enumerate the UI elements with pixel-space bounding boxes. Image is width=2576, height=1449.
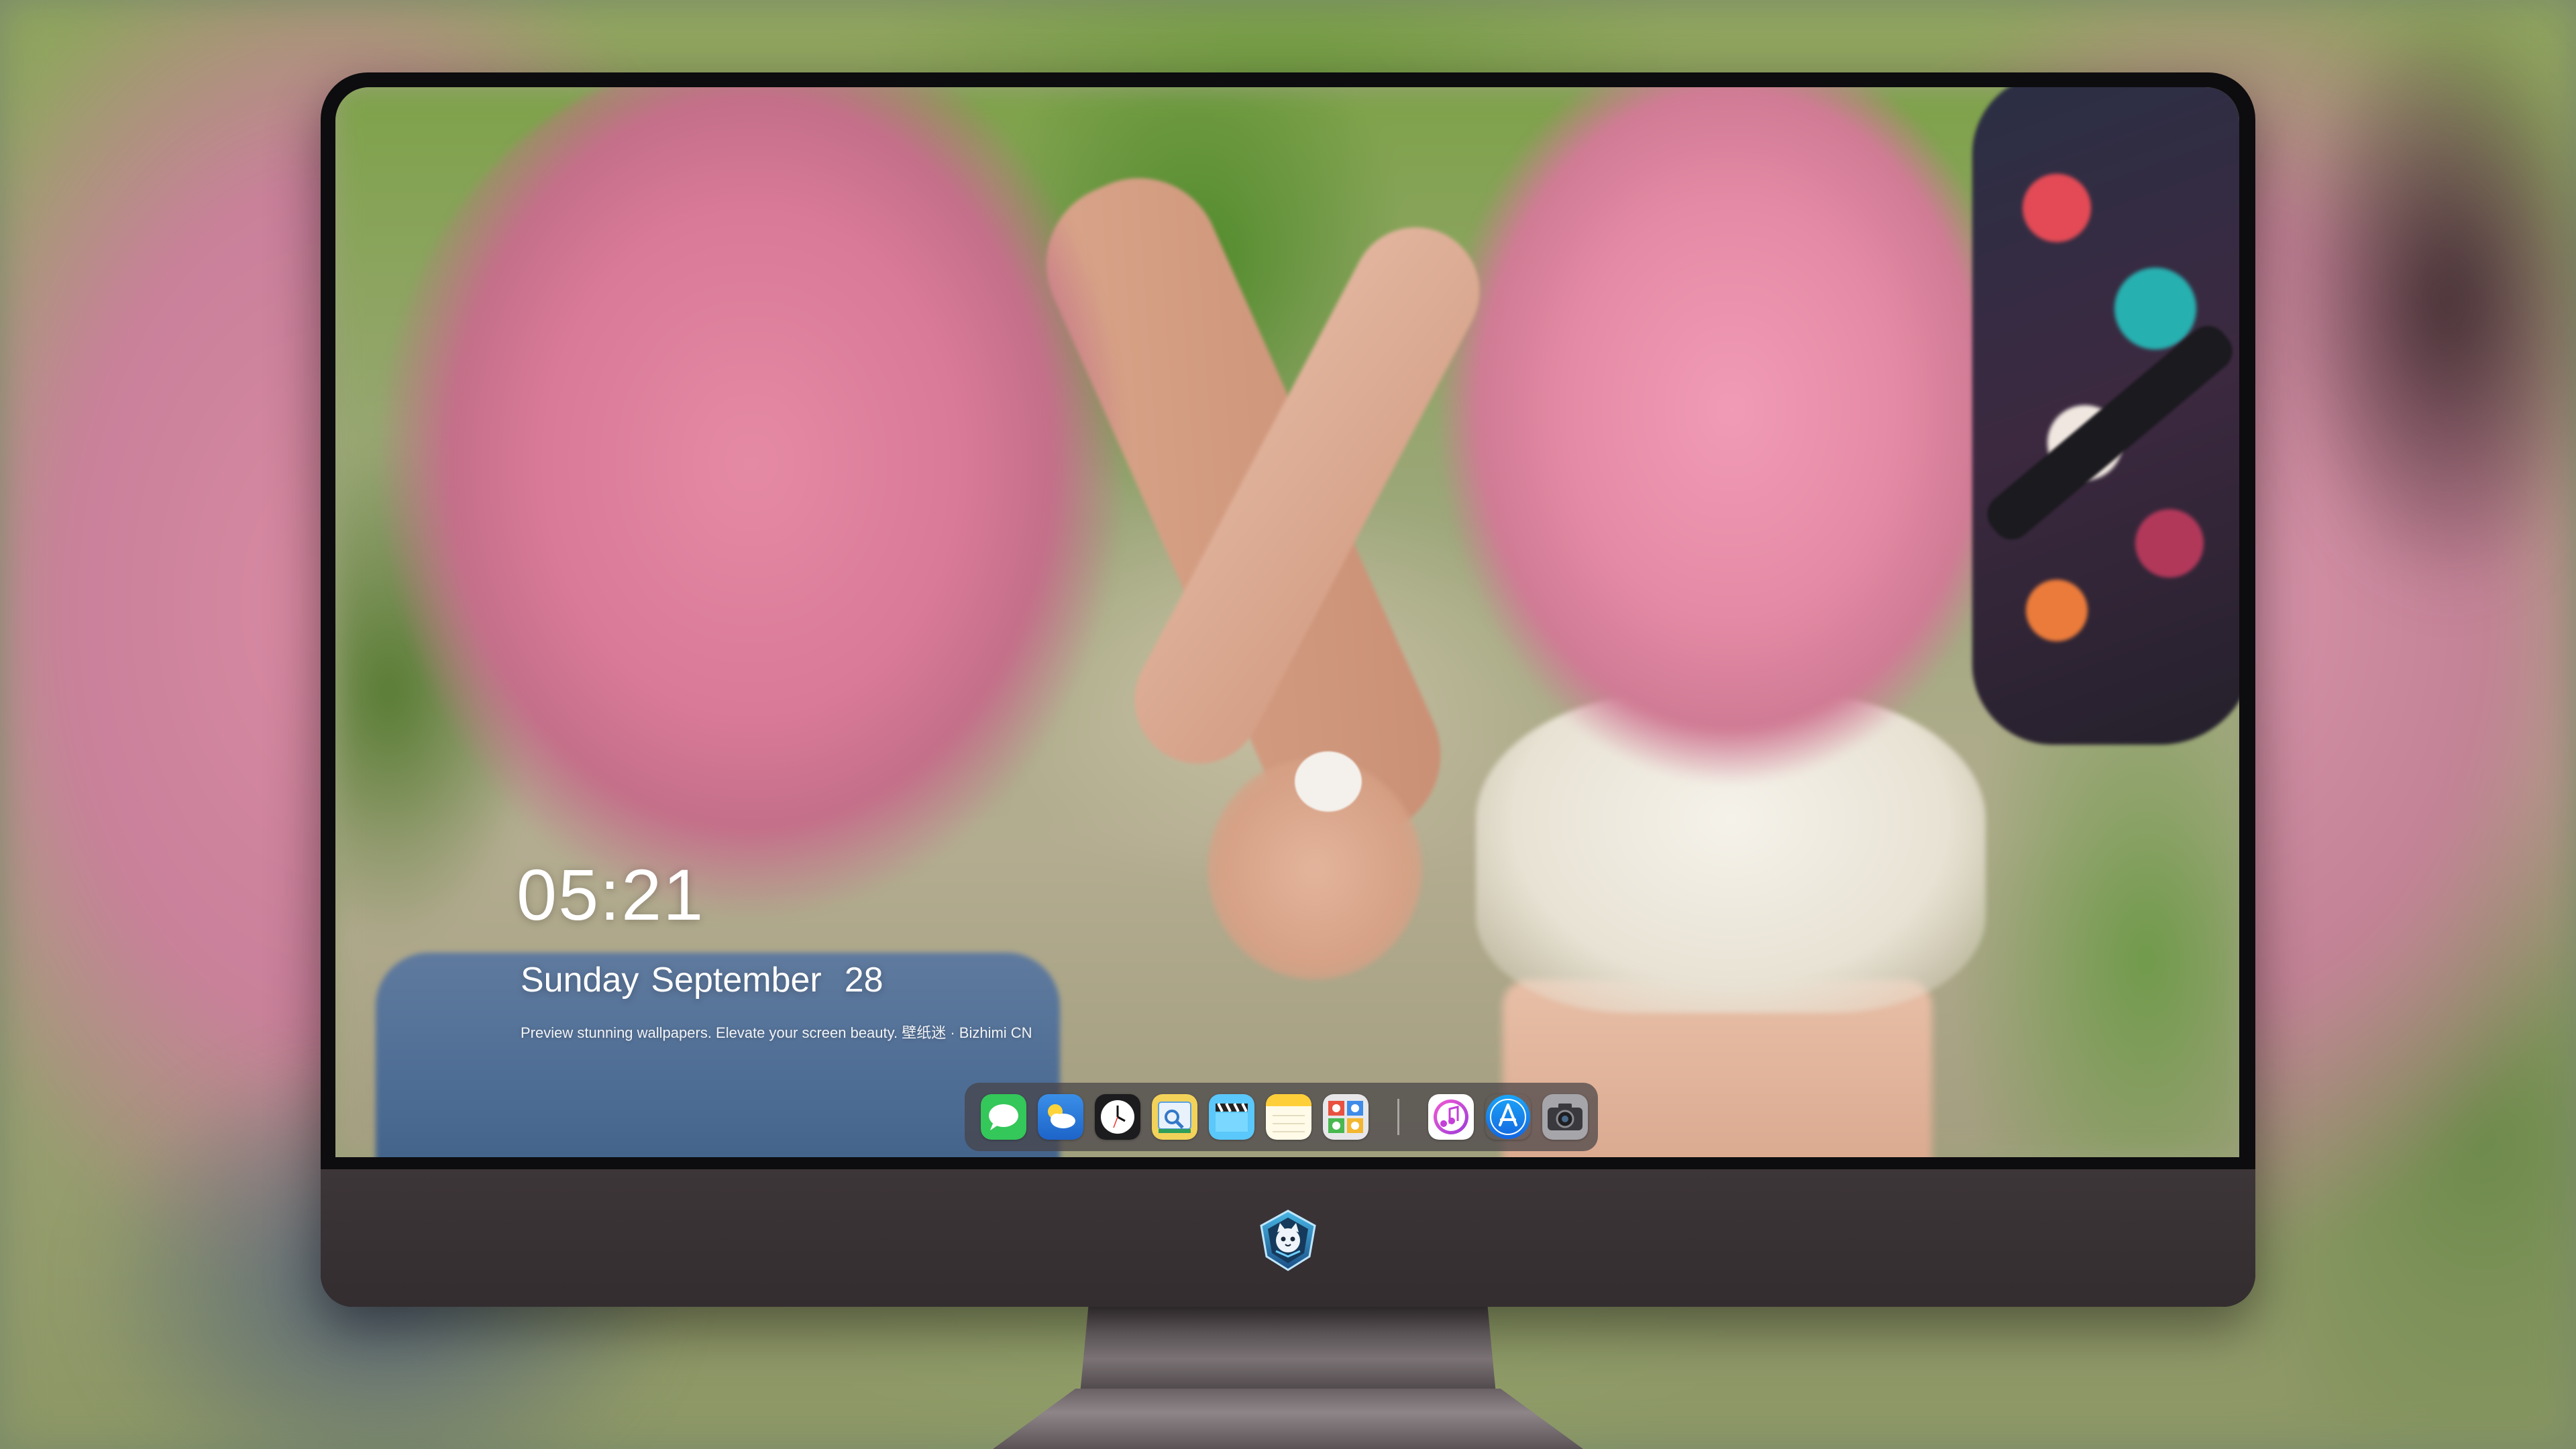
monitor-stand-neck (1080, 1307, 1496, 1394)
weather-icon[interactable] (1038, 1094, 1083, 1140)
photo-booth-icon[interactable] (1323, 1094, 1368, 1140)
notes-icon[interactable] (1266, 1094, 1311, 1140)
wallpaper-shirt-left (376, 87, 1181, 1000)
lock-date-month: September (651, 961, 822, 1000)
monitor: 05:21 Sunday September 28 Preview stunni… (321, 72, 2255, 1307)
lock-date-day: 28 (844, 961, 883, 1000)
messages-icon[interactable] (981, 1094, 1026, 1140)
lock-tagline: Preview stunning wallpapers. Elevate you… (521, 1024, 1032, 1041)
clock-icon[interactable] (1095, 1094, 1140, 1140)
app-store-icon[interactable] (1485, 1094, 1531, 1140)
clips-icon[interactable] (1209, 1094, 1254, 1140)
wallpaper-watch (1295, 751, 1362, 812)
preview-icon[interactable] (1152, 1094, 1197, 1140)
screen: 05:21 Sunday September 28 Preview stunni… (335, 87, 2239, 1157)
monitor-stand-base (993, 1389, 1583, 1449)
camera-icon[interactable] (1542, 1094, 1588, 1140)
cat-shield-logo-icon (1256, 1208, 1320, 1273)
dock (965, 1083, 1598, 1151)
monitor-chin (321, 1169, 2255, 1307)
lock-clock: 05:21 (517, 854, 705, 935)
dock-divider (1397, 1099, 1399, 1135)
itunes-icon[interactable] (1428, 1094, 1474, 1140)
lock-date: Sunday September 28 (521, 963, 883, 998)
blurred-background-bag (2281, 0, 2576, 604)
wallpaper-shirt-right (1436, 87, 2026, 865)
lock-date-weekday: Sunday (521, 961, 639, 1000)
